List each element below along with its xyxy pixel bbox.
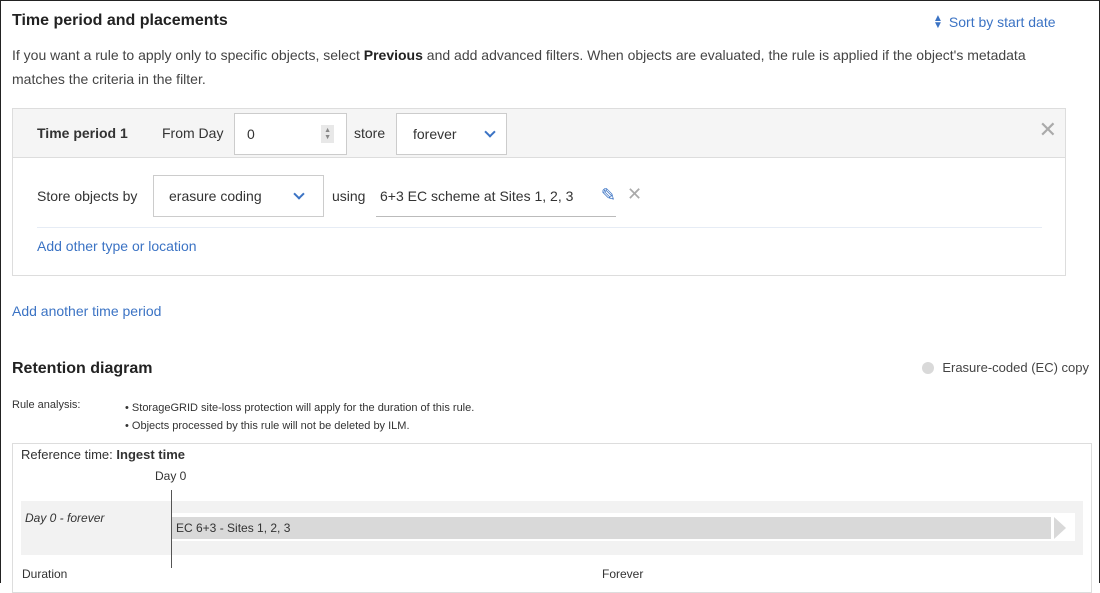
time-period-card: Time period 1 From Day 0 ▲ ▼ store foreve… (12, 108, 1066, 276)
diagram-row: Day 0 - forever EC 6+3 - Sites 1, 2, 3 (21, 501, 1083, 555)
reference-time: Reference time: Ingest time (21, 447, 186, 462)
using-label: using (332, 188, 366, 204)
chevron-down-icon (293, 188, 305, 200)
sort-icon: ▲ ▼ (933, 13, 943, 31)
store-objects-by-label: Store objects by (37, 188, 138, 204)
section-description: If you want a rule to apply only to spec… (12, 47, 1026, 87)
rule-analysis-label: Rule analysis: (12, 399, 81, 411)
section-title: Time period and placements (12, 12, 228, 29)
store-duration-select[interactable]: forever (396, 113, 507, 155)
ec-scheme-field[interactable]: 6+3 EC scheme at Sites 1, 2, 3 ✎ (376, 175, 616, 217)
forever-arrow-icon (1054, 517, 1066, 539)
retention-diagram-title: Retention diagram (12, 360, 153, 377)
add-another-time-period-link[interactable]: Add another time period (12, 303, 161, 319)
legend-swatch (922, 361, 935, 374)
time-period-title: Time period 1 (37, 125, 128, 141)
store-objects-by-select[interactable]: erasure coding (153, 175, 324, 217)
remove-placement-close-icon[interactable]: ✕ (627, 184, 642, 205)
edit-pencil-icon[interactable]: ✎ (601, 185, 616, 206)
duration-label: Duration (22, 567, 68, 581)
time-period-header: Time period 1 From Day 0 ▲ ▼ store foreve… (13, 109, 1065, 158)
remove-time-period-close-icon[interactable]: ✕ (1039, 117, 1057, 143)
row-label: Day 0 - forever (25, 511, 105, 525)
retention-diagram: Reference time: Ingest time Day 0 Day 0 … (12, 443, 1092, 593)
chevron-down-icon (484, 126, 496, 138)
sort-by-start-date-button[interactable]: ▲ ▼ Sort by start date (933, 13, 1056, 31)
duration-value: Forever (602, 567, 644, 581)
from-day-label: From Day (162, 125, 224, 141)
ec-copy-bar: EC 6+3 - Sites 1, 2, 3 (172, 517, 1051, 539)
add-other-type-or-location-link[interactable]: Add other type or location (37, 238, 197, 254)
divider (37, 227, 1042, 228)
legend-ec-copy: Erasure-coded (EC) copy (922, 360, 1089, 375)
store-label: store (354, 125, 386, 141)
sort-label: Sort by start date (948, 14, 1056, 30)
stepper-icon[interactable]: ▲ ▼ (321, 125, 334, 143)
from-day-input[interactable]: 0 ▲ ▼ (234, 113, 347, 155)
rule-analysis-list: • StorageGRID site-loss protection will … (125, 399, 474, 435)
analysis-item: • StorageGRID site-loss protection will … (125, 402, 475, 414)
analysis-item: • Objects processed by this rule will no… (125, 420, 410, 432)
day-0-line (171, 490, 172, 568)
day-0-marker: Day 0 (155, 469, 187, 483)
